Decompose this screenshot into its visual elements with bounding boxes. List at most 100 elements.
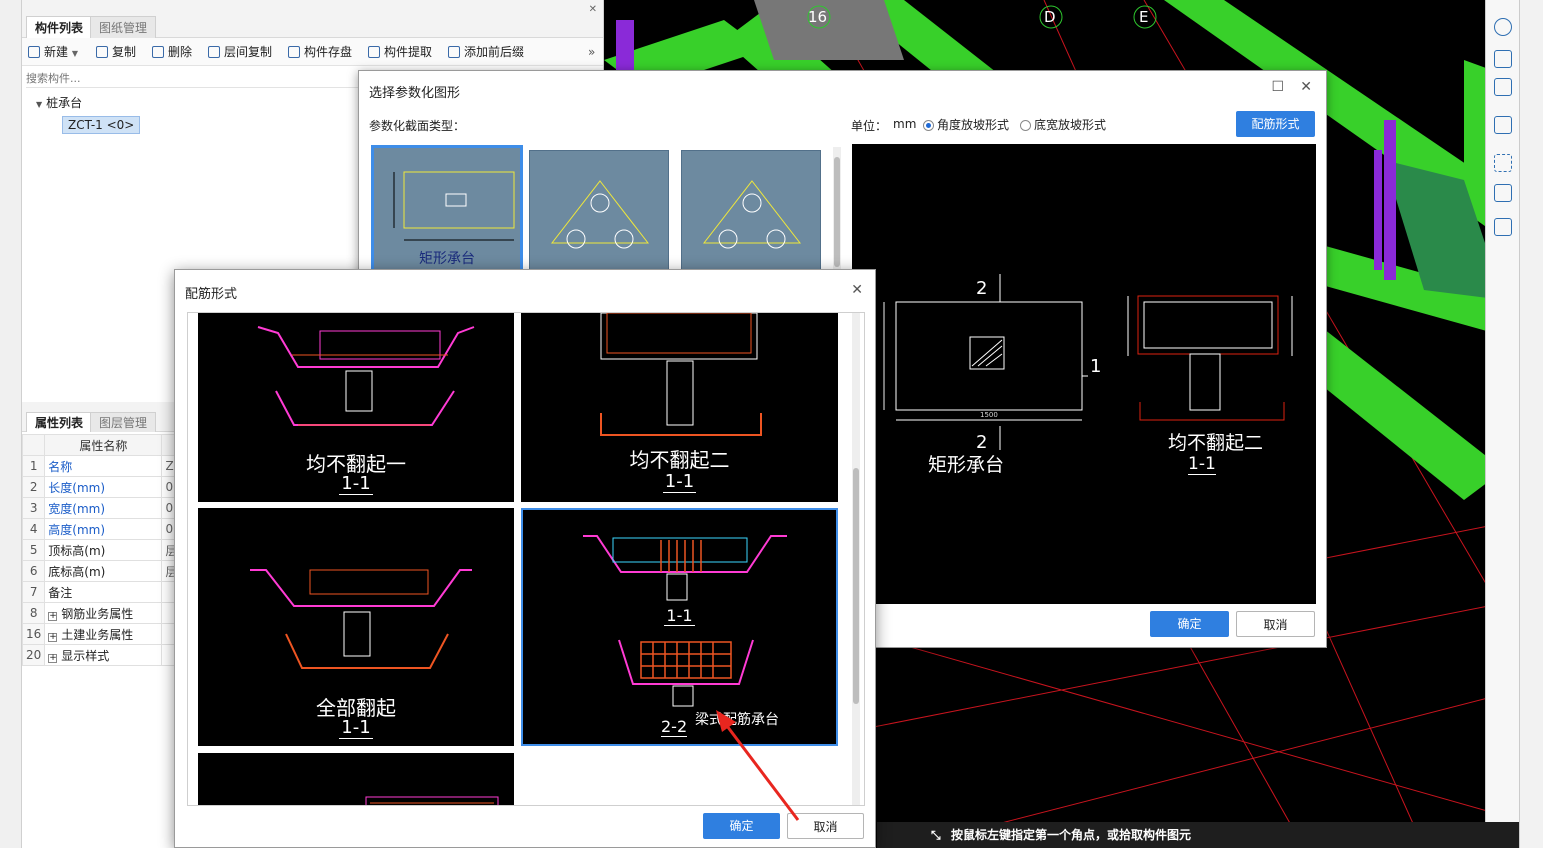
preview-caption-left: 矩形承台 xyxy=(928,454,1005,476)
rebar-card-section: 1-1 xyxy=(339,473,373,495)
cube-view-icon[interactable] xyxy=(1494,116,1512,134)
chevron-down-icon: ▼ xyxy=(71,49,78,58)
rebar-card-section: 1-1 xyxy=(339,717,373,739)
property-name: 顶标高(m) xyxy=(44,539,163,561)
extract-icon xyxy=(368,46,380,58)
component-tabbar: 构件列表 图纸管理 ✕ xyxy=(22,0,603,38)
radio-angle-slope[interactable]: 角度放坡形式 xyxy=(923,116,1009,133)
component-extract-button[interactable]: 构件提取 xyxy=(368,44,432,60)
property-name: 备注 xyxy=(44,581,163,603)
orbit-icon[interactable] xyxy=(1494,18,1512,36)
axis-label: D xyxy=(1044,8,1056,26)
tab-layer-management[interactable]: 图层管理 xyxy=(90,412,157,432)
radio-checked-icon xyxy=(923,120,934,131)
property-name: 底标高(m) xyxy=(44,560,163,582)
fullscreen-icon[interactable] xyxy=(1494,154,1512,172)
row-number: 16 xyxy=(21,623,46,645)
property-name: 高度(mm) xyxy=(44,518,163,540)
cursor-icon: ⤡ xyxy=(931,828,941,842)
copy-icon xyxy=(96,46,108,58)
right-panel-edge xyxy=(1519,0,1543,848)
property-name-header: 属性名称 xyxy=(44,434,163,456)
view-toolbar xyxy=(1485,0,1519,848)
property-name: 宽度(mm) xyxy=(44,497,163,519)
floor-copy-button[interactable]: 层间复制 xyxy=(208,44,272,60)
dialog-title: 选择参数化图形 xyxy=(369,86,461,101)
tab-component-list[interactable]: 构件列表 xyxy=(26,16,93,38)
tree-item-zct-1[interactable]: ZCT-1 <0> xyxy=(62,116,141,134)
unit-value: mm xyxy=(893,117,917,131)
axis-label: 16 xyxy=(808,8,828,26)
row-number: 4 xyxy=(21,518,46,540)
tree-node-pile-cap[interactable]: ▼ 桩承台 xyxy=(36,94,82,111)
row-number: 3 xyxy=(21,497,46,519)
preview-label-1: 1 xyxy=(1090,356,1102,377)
add-prefix-suffix-button[interactable]: 添加前后缀 xyxy=(448,44,524,60)
close-icon[interactable]: ✕ xyxy=(1300,79,1312,95)
rebar-card-caption: 均不翻起二 xyxy=(629,448,730,472)
rebar-list-scrollbar[interactable] xyxy=(852,313,860,805)
ok-button[interactable]: 确定 xyxy=(1150,611,1229,637)
unit-label: 单位： xyxy=(851,119,888,133)
preview-dimension: 1500 xyxy=(980,411,998,419)
property-name: + 土建业务属性 xyxy=(44,623,163,645)
expand-plus-icon[interactable]: + xyxy=(48,653,58,663)
expand-plus-icon[interactable]: + xyxy=(48,632,58,642)
cancel-button[interactable]: 取消 xyxy=(1236,611,1315,637)
rebar-card-section: 1-1 xyxy=(662,471,697,493)
expand-triangle-icon: ▼ xyxy=(36,100,43,109)
preview-label-2-top: 2 xyxy=(976,278,988,299)
2d-view-icon[interactable] xyxy=(1494,50,1512,68)
tab-drawing-management[interactable]: 图纸管理 xyxy=(90,16,157,38)
row-number: 5 xyxy=(21,539,46,561)
rebar-card-no-flip-1[interactable]: 均不翻起一 1-1 xyxy=(198,313,514,502)
delete-button[interactable]: 删除 xyxy=(152,44,192,60)
prefix-icon xyxy=(448,46,460,58)
radio-unchecked-icon xyxy=(1020,120,1031,131)
new-button[interactable]: 新建 ▼ xyxy=(28,44,78,60)
close-icon[interactable]: ✕ xyxy=(851,282,863,298)
shape-thumb-triangle-b[interactable] xyxy=(681,150,821,270)
rebar-card-no-flip-2[interactable]: 均不翻起二 1-1 xyxy=(521,313,838,502)
more-icon[interactable]: » xyxy=(588,44,595,60)
3d-box-icon[interactable] xyxy=(1494,78,1512,96)
radio-width-slope[interactable]: 底宽放坡形式 xyxy=(1020,116,1106,133)
row-number: 1 xyxy=(21,455,46,477)
annotation-arrow xyxy=(716,710,800,821)
thumb-caption: 矩形承台 xyxy=(419,251,475,267)
property-name: + 显示样式 xyxy=(44,644,163,666)
property-name: 名称 xyxy=(44,455,163,477)
trash-icon xyxy=(152,46,164,58)
properties-view-icon[interactable] xyxy=(1494,218,1512,236)
row-number: 6 xyxy=(21,560,46,582)
property-name: 长度(mm) xyxy=(44,476,163,498)
rebar-card-section-b: 2-2 xyxy=(661,717,688,737)
shape-thumb-rectangular[interactable]: 矩形承台 xyxy=(371,145,523,275)
preview-caption-right: 均不翻起二 xyxy=(1168,432,1264,454)
shape-preview: 2 1 2 矩形承台 均不翻起二 1-1 1500 xyxy=(852,144,1316,604)
rebar-card-5[interactable] xyxy=(198,753,514,805)
maximize-icon[interactable]: ☐ xyxy=(1271,79,1284,95)
rebar-card-all-flip[interactable]: 全部翻起 1-1 xyxy=(198,508,514,746)
shape-thumb-triangle-a[interactable] xyxy=(529,150,669,270)
save-icon xyxy=(288,46,300,58)
component-toolbar: 新建 ▼ 复制 删除 层间复制 构件存盘 构件提取 添加前后缀 » xyxy=(22,38,603,66)
rebar-card-section-a: 1-1 xyxy=(664,606,695,626)
close-icon[interactable]: ✕ xyxy=(589,4,597,15)
row-number: 2 xyxy=(21,476,46,498)
section-type-label: 参数化截面类型： xyxy=(369,119,466,133)
component-save-button[interactable]: 构件存盘 xyxy=(288,44,352,60)
copy-button[interactable]: 复制 xyxy=(96,44,136,60)
expand-plus-icon[interactable]: + xyxy=(48,611,58,621)
row-number: 20 xyxy=(21,644,46,666)
preview-section: 1-1 xyxy=(1188,454,1216,475)
row-number: 7 xyxy=(21,581,46,603)
floor-copy-icon xyxy=(208,46,220,58)
left-sidebar-strip xyxy=(0,0,22,848)
component-view-icon[interactable] xyxy=(1494,184,1512,202)
axis-label: E xyxy=(1139,8,1149,26)
tab-property-list[interactable]: 属性列表 xyxy=(26,412,93,432)
new-icon xyxy=(28,46,40,58)
rebar-form-button[interactable]: 配筋形式 xyxy=(1236,111,1315,137)
row-number: 8 xyxy=(21,602,46,624)
